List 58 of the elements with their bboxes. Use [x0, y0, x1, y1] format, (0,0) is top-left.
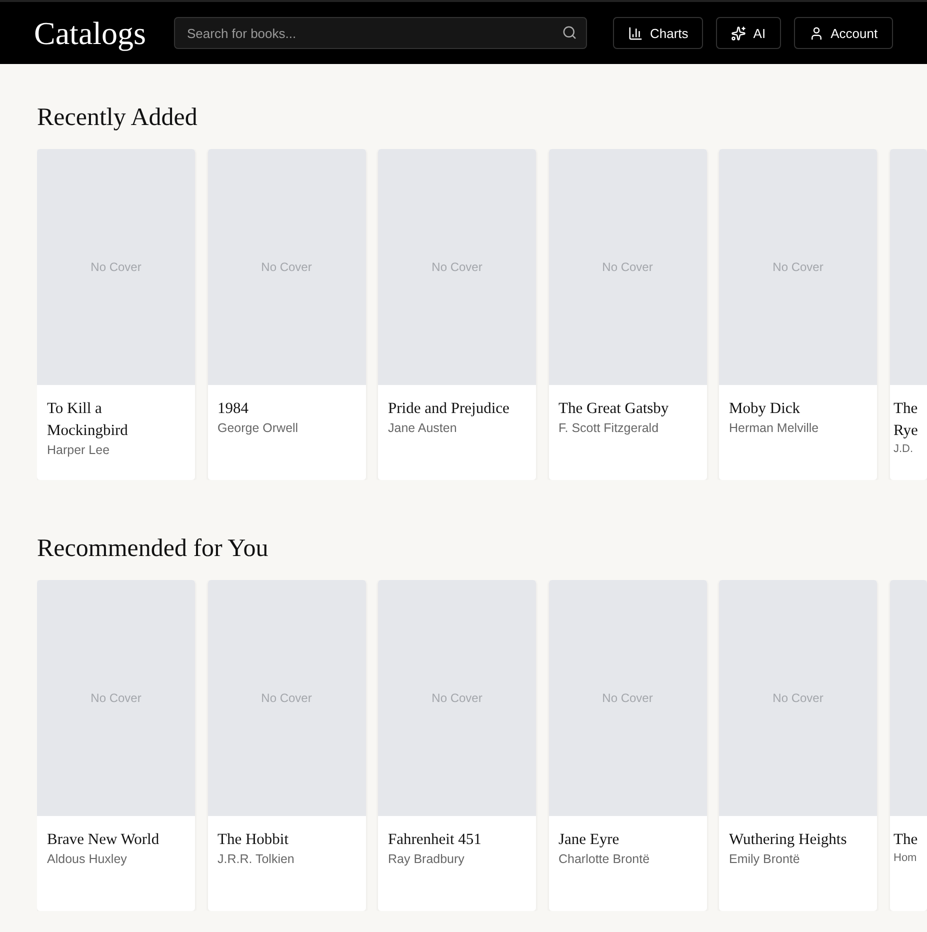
book-card[interactable]: No Cover Wuthering Heights Emily Brontë [719, 580, 877, 911]
book-title: The [894, 830, 919, 850]
book-card[interactable]: The Hom [890, 580, 926, 911]
book-author: J.D. [894, 443, 914, 455]
no-cover-label: No Cover [90, 691, 142, 705]
book-author: J.R.R. Tolkien [218, 852, 296, 866]
book-title: The Hobbit [218, 830, 290, 850]
book-author: George Orwell [218, 421, 300, 435]
app-title: Catalogs [34, 14, 146, 52]
no-cover-label: No Cover [90, 260, 142, 274]
book-title: The [894, 399, 919, 419]
bar-chart-icon [628, 26, 643, 40]
no-cover-label: No Cover [261, 691, 312, 705]
book-author: Hom [894, 852, 918, 864]
no-cover-label: No Cover [772, 260, 824, 274]
book-author: F. Scott Fitzgerald [558, 421, 660, 435]
book-author: Herman Melville [729, 421, 820, 435]
book-title: To Kill a Mockingbird [47, 399, 129, 441]
book-card[interactable]: No Cover The Great Gatsby F. Scott Fitzgerald [548, 149, 706, 480]
book-card[interactable]: No Cover The Hobbit J.R.R. Tolkien [208, 580, 366, 911]
book-title: The Great Gatsby [558, 399, 670, 419]
book-author: Emily Brontë [729, 852, 801, 866]
no-cover-label: No Cover [432, 260, 482, 274]
user-icon [808, 26, 824, 40]
book-card[interactable]: No Cover To Kill a Mockingbird Harper Lee [37, 149, 195, 480]
section-heading: Recommended for You [37, 535, 270, 563]
book-title: Moby Dick [729, 399, 802, 419]
sparkles-icon [731, 26, 746, 40]
book-title: Pride and Prejudice [388, 399, 510, 419]
no-cover-label: No Cover [602, 691, 653, 705]
no-cover-label: No Cover [261, 260, 312, 274]
book-title: Rye [894, 421, 919, 441]
book-title: Fahrenheit 451 [388, 830, 482, 850]
book-card[interactable]: No Cover 1984 George Orwell [208, 149, 366, 480]
book-author: Ray Bradbury [388, 852, 466, 866]
book-author: Harper Lee [47, 443, 111, 457]
book-title: 1984 [218, 399, 250, 419]
book-card[interactable]: No Cover Pride and Prejudice Jane Austen [378, 149, 536, 480]
book-title: Brave New World [47, 830, 160, 850]
book-card[interactable]: The Rye J.D. [890, 149, 926, 480]
book-author: Jane Austen [388, 421, 458, 435]
book-author: Aldous Huxley [47, 852, 128, 866]
book-author: Charlotte Brontë [558, 852, 651, 866]
ai-button[interactable]: AI [716, 17, 781, 49]
book-card[interactable]: No Cover Brave New World Aldous Huxley [37, 580, 195, 911]
charts-button[interactable]: Charts [612, 17, 704, 49]
account-button[interactable]: Account [794, 17, 893, 49]
book-title: Jane Eyre [558, 830, 620, 850]
no-cover-label: No Cover [602, 260, 653, 274]
book-card[interactable]: No Cover Fahrenheit 451 Ray Bradbury [378, 580, 536, 911]
book-card[interactable]: No Cover Moby Dick Herman Melville [719, 149, 877, 480]
book-title: Wuthering Heights [729, 830, 848, 850]
no-cover-label: No Cover [432, 691, 482, 705]
section-heading: Recently Added [37, 104, 198, 132]
book-card[interactable]: No Cover Jane Eyre Charlotte Brontë [548, 580, 706, 911]
search-field[interactable]: Search for books... [174, 17, 587, 49]
search-icon [562, 25, 577, 40]
no-cover-label: No Cover [772, 691, 824, 705]
